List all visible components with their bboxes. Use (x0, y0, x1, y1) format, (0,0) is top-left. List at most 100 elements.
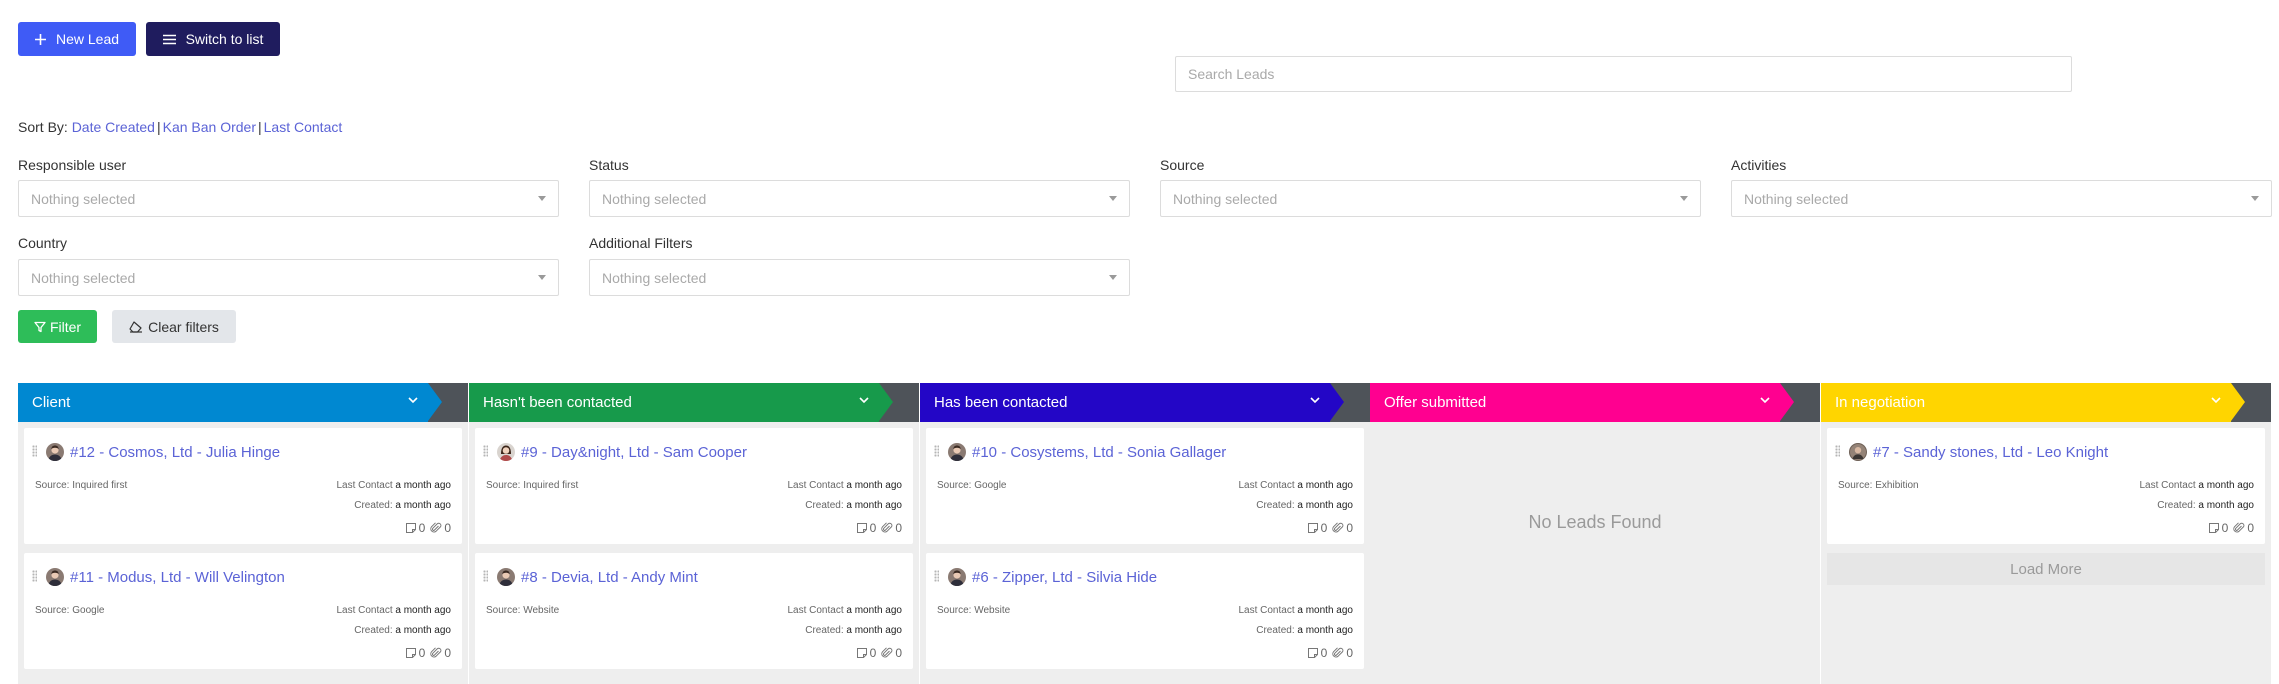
lead-created: Created: a month ago (1256, 625, 1353, 636)
lead-last-contact: Last Contact a month ago (1238, 480, 1353, 491)
activities-select[interactable]: Nothing selected (1731, 180, 2272, 217)
load-more-button[interactable]: Load More (1827, 553, 2265, 585)
drag-handle-icon[interactable] (934, 445, 939, 457)
chevron-down-icon[interactable] (1760, 397, 1770, 404)
drag-handle-icon[interactable] (32, 570, 37, 582)
lead-created: Created: a month ago (354, 500, 451, 511)
lead-card[interactable]: #9 - Day&night, Ltd - Sam Cooper Source: … (475, 428, 913, 544)
attachments-count[interactable]: 0 (881, 521, 902, 535)
paperclip-icon (2233, 522, 2245, 533)
lead-title-link[interactable]: #6 - Zipper, Ltd - Silvia Hide (972, 569, 1157, 586)
lead-meta: 00 (405, 521, 451, 535)
lead-last-contact: Last Contact a month ago (1238, 605, 1353, 616)
filter-button[interactable]: Filter (18, 310, 97, 343)
created-label: Created: (805, 625, 844, 636)
column-header[interactable]: In negotiation (1821, 383, 2271, 422)
attachments-count[interactable]: 0 (1332, 646, 1353, 660)
no-leads-message: No Leads Found (1528, 512, 1662, 532)
notes-count[interactable]: 0 (2208, 521, 2229, 535)
responsible-user-select[interactable]: Nothing selected (18, 180, 559, 217)
attachments-count-value: 0 (895, 646, 902, 660)
lead-title-link[interactable]: #7 - Sandy stones, Ltd - Leo Knight (1873, 444, 2108, 461)
sort-date-created-link[interactable]: Date Created (72, 119, 155, 135)
paperclip-icon (430, 522, 442, 533)
source-value: Nothing selected (1173, 190, 1278, 207)
lead-title-link[interactable]: #9 - Day&night, Ltd - Sam Cooper (521, 444, 747, 461)
lead-card[interactable]: #6 - Zipper, Ltd - Silvia Hide Source: We… (926, 553, 1364, 669)
status-select[interactable]: Nothing selected (589, 180, 1130, 217)
lead-created: Created: a month ago (1256, 500, 1353, 511)
country-select[interactable]: Nothing selected (18, 259, 559, 296)
drag-handle-icon[interactable] (934, 570, 939, 582)
lead-card[interactable]: #12 - Cosmos, Ltd - Julia Hinge Source: I… (24, 428, 462, 544)
last-contact-value: a month ago (1297, 480, 1353, 491)
new-lead-button[interactable]: New Lead (18, 22, 136, 56)
drag-handle-icon[interactable] (483, 445, 488, 457)
created-value: a month ago (1297, 625, 1353, 636)
column-header[interactable]: Offer submitted (1370, 383, 1820, 422)
last-contact-label: Last Contact (2139, 480, 2196, 491)
chevron-down-icon[interactable] (1310, 397, 1320, 404)
column-header[interactable]: Client (18, 383, 468, 422)
drag-handle-icon[interactable] (32, 445, 37, 457)
drag-handle-icon[interactable] (483, 570, 488, 582)
sort-kanban-order-link[interactable]: Kan Ban Order (163, 119, 256, 135)
lead-card[interactable]: #8 - Devia, Ltd - Andy Mint Source: Websi… (475, 553, 913, 669)
notes-count-value: 0 (1320, 521, 1328, 535)
activities-value: Nothing selected (1744, 190, 1849, 207)
source-select[interactable]: Nothing selected (1160, 180, 1701, 217)
note-icon (2208, 523, 2219, 533)
last-contact-label: Last Contact (1238, 480, 1295, 491)
notes-count-value: 0 (2221, 521, 2229, 535)
chevron-down-icon[interactable] (859, 397, 869, 404)
notes-count[interactable]: 0 (405, 521, 425, 535)
attachments-count[interactable]: 0 (2233, 521, 2254, 535)
lead-source: Source: Inquired first (35, 480, 128, 491)
paperclip-icon (881, 647, 893, 658)
drag-handle-icon[interactable] (1835, 445, 1840, 457)
note-icon (405, 523, 416, 533)
notes-count[interactable]: 0 (856, 646, 876, 660)
switch-to-list-button[interactable]: Switch to list (146, 22, 280, 56)
new-lead-label: New Lead (55, 31, 120, 47)
lead-title-link[interactable]: #10 - Cosystems, Ltd - Sonia Gallager (972, 444, 1226, 461)
lead-title-link[interactable]: #12 - Cosmos, Ltd - Julia Hinge (70, 444, 280, 461)
lead-title-link[interactable]: #11 - Modus, Ltd - Will Velington (70, 569, 285, 586)
note-icon (1307, 648, 1318, 658)
notes-count[interactable]: 0 (405, 646, 425, 660)
notes-count-value: 0 (1320, 646, 1328, 660)
lead-card[interactable]: #10 - Cosystems, Ltd - Sonia Gallager Sou… (926, 428, 1364, 544)
column-title: Hasn't been contacted (483, 394, 632, 411)
column-header[interactable]: Has been contacted (920, 383, 1370, 422)
attachments-count[interactable]: 0 (881, 646, 902, 660)
created-value: a month ago (846, 500, 902, 511)
notes-count[interactable]: 0 (856, 521, 876, 535)
chevron-down-icon[interactable] (408, 397, 418, 404)
attachments-count[interactable]: 0 (1332, 521, 1353, 535)
chevron-down-icon[interactable] (2211, 397, 2221, 404)
lead-source: Source: Google (937, 480, 1007, 491)
attachments-count[interactable]: 0 (430, 521, 451, 535)
last-contact-value: a month ago (1297, 605, 1353, 616)
search-leads-input[interactable] (1175, 56, 2072, 92)
additional-filters-select[interactable]: Nothing selected (589, 259, 1130, 296)
column-body: #7 - Sandy stones, Ltd - Leo Knight Sourc… (1821, 422, 2271, 684)
notes-count[interactable]: 0 (1307, 646, 1328, 660)
clear-filters-button[interactable]: Clear filters (112, 310, 236, 343)
lead-card[interactable]: #7 - Sandy stones, Ltd - Leo Knight Sourc… (1827, 428, 2265, 544)
note-icon (1307, 523, 1318, 533)
last-contact-label: Last Contact (787, 480, 844, 491)
sort-last-contact-link[interactable]: Last Contact (264, 119, 343, 135)
lead-title-link[interactable]: #8 - Devia, Ltd - Andy Mint (521, 569, 698, 586)
lead-card[interactable]: #11 - Modus, Ltd - Will Velington Source:… (24, 553, 462, 669)
attachments-count[interactable]: 0 (430, 646, 451, 660)
created-value: a month ago (2198, 500, 2254, 511)
lead-created: Created: a month ago (805, 625, 902, 636)
attachments-count-value: 0 (1346, 521, 1353, 535)
notes-count[interactable]: 0 (1307, 521, 1328, 535)
caret-down-icon (1109, 196, 1117, 201)
kanban-column: Client #12 - Cosmos, Ltd - Julia Hinge Sou… (18, 383, 468, 684)
lead-meta: 00 (405, 646, 451, 660)
column-header[interactable]: Hasn't been contacted (469, 383, 919, 422)
column-header-arrow (1330, 383, 1370, 422)
